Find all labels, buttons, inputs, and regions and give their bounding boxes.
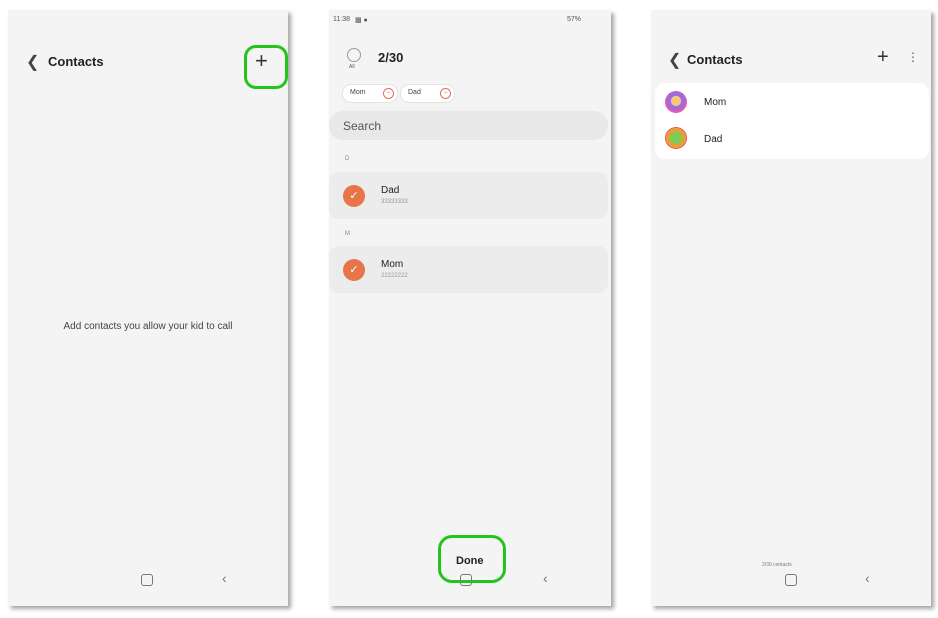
system-nav-bar: ‹ — [329, 568, 611, 592]
contact-name: Mom — [704, 97, 727, 108]
contact-number: 22222222 — [381, 273, 408, 279]
back-icon[interactable]: ❮ — [668, 50, 681, 70]
add-contact-button[interactable]: + — [255, 48, 268, 74]
status-time: 11:38 — [333, 16, 350, 23]
contact-name: Dad — [381, 185, 400, 196]
contact-number: 33333333 — [381, 199, 408, 205]
chip-dad[interactable]: Dad − — [400, 84, 455, 103]
status-icons-left: ▩ ● — [355, 17, 368, 24]
contact-row-mom[interactable]: ✓ Mom 22222222 — [329, 246, 608, 293]
chip-mom[interactable]: Mom − — [342, 84, 398, 103]
select-all-label: All — [349, 64, 355, 70]
system-nav-bar: ‹ — [651, 568, 931, 592]
contact-name: Mom — [381, 259, 404, 270]
home-icon[interactable] — [141, 574, 153, 586]
back-icon[interactable]: ❮ — [26, 52, 39, 72]
status-battery: 57% — [567, 16, 582, 23]
system-nav-bar: ‹ — [8, 568, 288, 592]
phone-screen-empty-contacts: ❮ Contacts + Add contacts you allow your… — [8, 10, 288, 606]
contacts-list-card: Mom Dad — [655, 83, 929, 159]
nav-back-icon[interactable]: ‹ — [543, 570, 548, 586]
section-letter: M — [345, 231, 350, 237]
remove-chip-icon[interactable]: − — [440, 88, 451, 99]
avatar-icon — [665, 91, 687, 113]
phone-screen-select-contacts: 11:38 ▩ ● 57% All 2/30 Mom − Dad − Searc… — [329, 10, 611, 606]
section-letter: D — [345, 156, 350, 162]
phone-screen-contacts-list: ❮ Contacts + ⋮ Mom Dad 2/30 contacts ‹ — [651, 10, 931, 606]
selected-count: 2/30 — [378, 50, 404, 65]
search-placeholder: Search — [343, 119, 382, 133]
avatar-icon — [665, 127, 687, 149]
more-options-icon[interactable]: ⋮ — [907, 50, 919, 64]
contact-row-dad[interactable]: ✓ Dad 33333333 — [329, 172, 608, 219]
done-button[interactable]: Done — [456, 555, 484, 567]
nav-back-icon[interactable]: ‹ — [865, 570, 870, 586]
checked-icon[interactable]: ✓ — [343, 259, 365, 281]
chip-label: Mom — [350, 89, 366, 96]
contact-name: Dad — [704, 134, 723, 145]
remove-chip-icon[interactable]: − — [383, 88, 394, 99]
home-icon[interactable] — [460, 574, 472, 586]
page-title: Contacts — [48, 54, 104, 69]
empty-state-message: Add contacts you allow your kid to call — [63, 321, 233, 332]
select-all-checkbox[interactable] — [347, 48, 361, 62]
chip-label: Dad — [408, 89, 421, 96]
nav-back-icon[interactable]: ‹ — [222, 570, 227, 586]
home-icon[interactable] — [785, 574, 797, 586]
search-field[interactable]: Search — [329, 111, 608, 140]
checked-icon[interactable]: ✓ — [343, 185, 365, 207]
add-contact-button[interactable]: + — [877, 46, 889, 69]
page-title: Contacts — [687, 52, 743, 67]
